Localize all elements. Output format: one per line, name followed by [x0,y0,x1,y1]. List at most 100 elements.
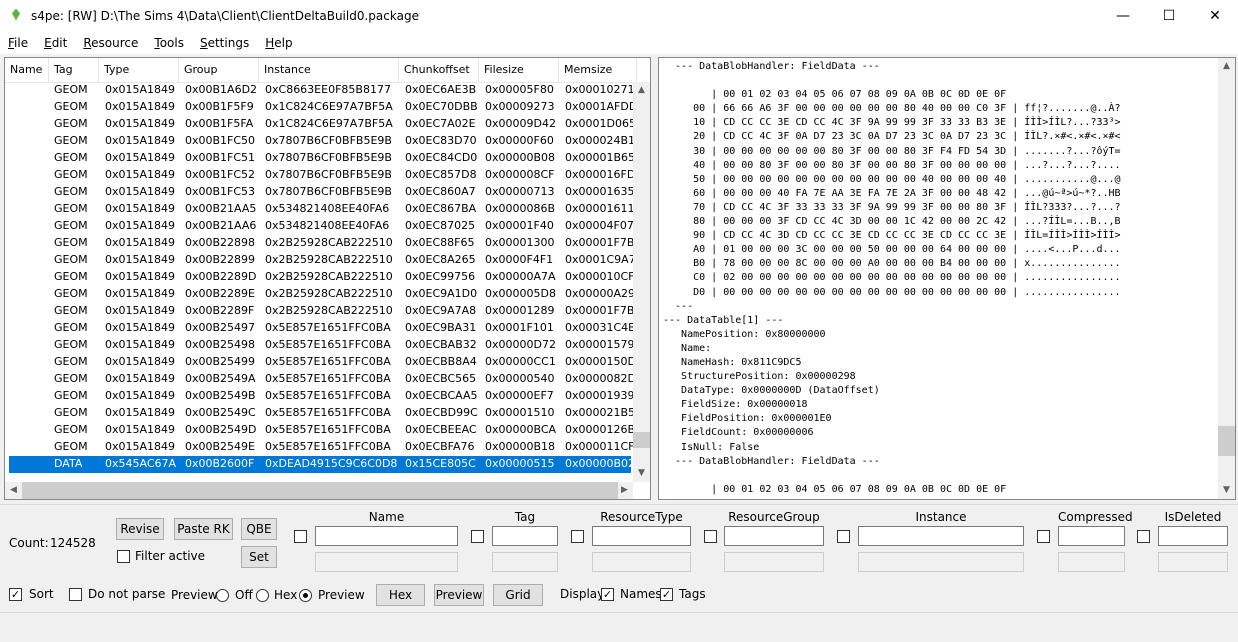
preview-hex-radio[interactable] [256,589,269,602]
hex-button[interactable]: Hex [376,584,425,606]
menu-settings[interactable]: Settings [192,36,257,50]
close-button[interactable]: ✕ [1192,0,1238,31]
table-row[interactable]: GEOM 0x015A1849 0x00B25497 0x5E857E1651FFC0… [9,320,636,337]
resource-list[interactable]: Name Tag Type Group Instance Chunkoffset Files… [4,57,651,500]
scroll-down-arrow-icon[interactable]: ▼ [633,465,650,482]
do-not-parse-checkbox[interactable] [69,588,82,601]
scroll-thumb[interactable] [1218,426,1235,456]
cell-chunkoffset: 0x0EC9A1D0 [405,287,478,300]
scroll-thumb[interactable] [633,432,650,448]
names-checkbox[interactable]: ✓ [601,588,614,601]
filter-checkbox-resourcetype[interactable] [571,530,584,543]
cell-instance: 0x534821408EE40FA6 [265,202,390,215]
filter-input-name[interactable] [315,526,458,546]
table-row[interactable]: GEOM 0x015A1849 0x00B1FC52 0x7807B6CF0BFB5E… [9,167,635,184]
table-row[interactable]: GEOM 0x015A1849 0x00B25498 0x5E857E1651FFC0… [9,337,635,354]
cell-memsize: 0x000016FD [565,168,636,181]
cell-chunkoffset: 0x0EC857D8 [405,168,477,181]
cell-type: 0x545AC67A [105,457,177,470]
filter-input-isdeleted[interactable] [1158,526,1228,546]
preview-vertical-scrollbar[interactable]: ▲ ▼ [1218,58,1235,499]
table-row[interactable]: GEOM 0x015A1849 0x00B2289D 0x2B25928CAB2225… [9,269,635,286]
filter-checkbox-instance[interactable] [837,530,850,543]
table-row[interactable]: GEOM 0x015A1849 0x00B21AA5 0x534821408EE40F… [9,201,635,218]
set-button[interactable]: Set [241,546,277,568]
filter-checkbox-compressed[interactable] [1037,530,1050,543]
cell-chunkoffset: 0x0ECBEEAC [405,423,477,436]
table-row[interactable]: GEOM 0x015A1849 0x00B21AA6 0x534821408EE40F… [9,218,634,235]
cell-filesize: 0x00000D72 [485,338,556,351]
filter-checkbox-name[interactable] [294,530,307,543]
filter-input-resourcegroup[interactable] [724,526,824,546]
filter-checkbox-tag[interactable] [471,530,484,543]
scroll-right-arrow-icon[interactable]: ▶ [616,482,633,499]
grid-button[interactable]: Grid [493,584,543,606]
scroll-down-arrow-icon[interactable]: ▼ [1218,482,1235,499]
column-header-name[interactable]: Name [5,58,49,82]
preview-panel[interactable]: --- DataBlobHandler: FieldData --- | 00 … [658,57,1236,500]
filter-input-resourcetype[interactable] [592,526,691,546]
table-row-selected[interactable]: DATA 0x545AC67A 0x00B2600F 0xDEAD4915C9C6C0… [9,456,635,473]
preview-line: 20 | CD CC 4C 3F 0A D7 23 3C 0A D7 23 3C… [663,131,1121,143]
splitter[interactable] [652,57,656,499]
column-header-chunkoffset[interactable]: Chunkoffset [399,58,479,82]
column-header-group[interactable]: Group [179,58,259,82]
table-row[interactable]: GEOM 0x015A1849 0x00B2289E 0x2B25928CAB2225… [9,286,635,303]
preview-button[interactable]: Preview [434,584,484,606]
column-header-type[interactable]: Type [99,58,179,82]
filter-input-instance[interactable] [858,526,1024,546]
scroll-thumb[interactable] [22,482,618,499]
table-row[interactable]: GEOM 0x015A1849 0x00B2549A 0x5E857E1651FFC0… [9,371,636,388]
table-row[interactable]: GEOM 0x015A1849 0x00B2549C 0x5E857E1651FFC0… [9,405,635,422]
table-row[interactable]: GEOM 0x015A1849 0x00B2549E 0x5E857E1651FFC0… [9,439,635,456]
table-row[interactable]: GEOM 0x015A1849 0x00B1FC51 0x7807B6CF0BFB5E… [9,150,635,167]
cell-group: 0x00B1FC50 [185,134,256,147]
filter-checkbox-isdeleted[interactable] [1137,530,1150,543]
preview-preview-radio[interactable] [299,589,312,602]
table-row[interactable]: GEOM 0x015A1849 0x00B1A6D2 0xC8663EE0F85B81… [9,82,635,99]
menu-file[interactable]: File [0,36,36,50]
table-row[interactable]: GEOM 0x015A1849 0x00B2549B 0x5E857E1651FFC0… [9,388,635,405]
list-vertical-scrollbar[interactable]: ▲ ▼ [633,82,650,482]
maximize-button[interactable]: ☐ [1146,0,1192,31]
table-row[interactable]: GEOM 0x015A1849 0x00B2289F 0x2B25928CAB2225… [9,303,634,320]
scroll-left-arrow-icon[interactable]: ◀ [5,482,22,499]
tags-checkbox[interactable]: ✓ [660,588,673,601]
table-row[interactable]: GEOM 0x015A1849 0x00B22899 0x2B25928CAB2225… [9,252,636,269]
cell-group: 0x00B2549B [185,389,256,402]
minimize-button[interactable]: — [1100,0,1146,31]
cell-filesize: 0x00009D42 [485,117,556,130]
column-header-tag[interactable]: Tag [49,58,99,82]
menu-edit[interactable]: Edit [36,36,75,50]
table-row[interactable]: GEOM 0x015A1849 0x00B1F5F9 0x1C824C6E97A7BF… [9,99,637,116]
list-horizontal-scrollbar[interactable]: ◀ ▶ [5,482,633,499]
filter-active-checkbox[interactable] [117,550,130,563]
column-header-filesize[interactable]: Filesize [479,58,559,82]
paste-rk-button[interactable]: Paste RK [174,518,233,540]
table-row[interactable]: GEOM 0x015A1849 0x00B25499 0x5E857E1651FFC0… [9,354,636,371]
menu-resource[interactable]: Resource [75,36,146,50]
revise-button[interactable]: Revise [116,518,164,540]
preview-off-radio[interactable] [216,589,229,602]
cell-chunkoffset: 0x0ECBCAA5 [405,389,478,402]
preview-line: DataType: 0x0000000D (DataOffset) [663,385,880,397]
sort-checkbox[interactable]: ✓ [9,588,22,601]
preview-line: D0 | 00 00 00 00 00 00 00 00 00 00 00 00… [663,286,1121,298]
scroll-up-arrow-icon[interactable]: ▲ [1218,58,1235,75]
table-row[interactable]: GEOM 0x015A1849 0x00B1FC50 0x7807B6CF0BFB5E… [9,133,635,150]
menu-tools[interactable]: Tools [146,36,192,50]
qbe-button[interactable]: QBE [241,518,277,540]
cell-tag: GEOM [54,185,88,198]
filter-input-compressed[interactable] [1058,526,1125,546]
column-header-instance[interactable]: Instance [259,58,399,82]
filter-checkbox-resourcegroup[interactable] [704,530,717,543]
filter-input-tag[interactable] [492,526,558,546]
menu-help[interactable]: Help [257,36,300,50]
table-row[interactable]: GEOM 0x015A1849 0x00B2549D 0x5E857E1651FFC0… [9,422,635,439]
scroll-up-arrow-icon[interactable]: ▲ [633,82,650,99]
column-header-memsize[interactable]: Memsize [559,58,637,82]
table-row[interactable]: GEOM 0x015A1849 0x00B1FC53 0x7807B6CF0BFB5E… [9,184,635,201]
cell-group: 0x00B2289F [185,304,255,317]
table-row[interactable]: GEOM 0x015A1849 0x00B22898 0x2B25928CAB2225… [9,235,634,252]
table-row[interactable]: GEOM 0x015A1849 0x00B1F5FA 0x1C824C6E97A7BF… [9,116,636,133]
